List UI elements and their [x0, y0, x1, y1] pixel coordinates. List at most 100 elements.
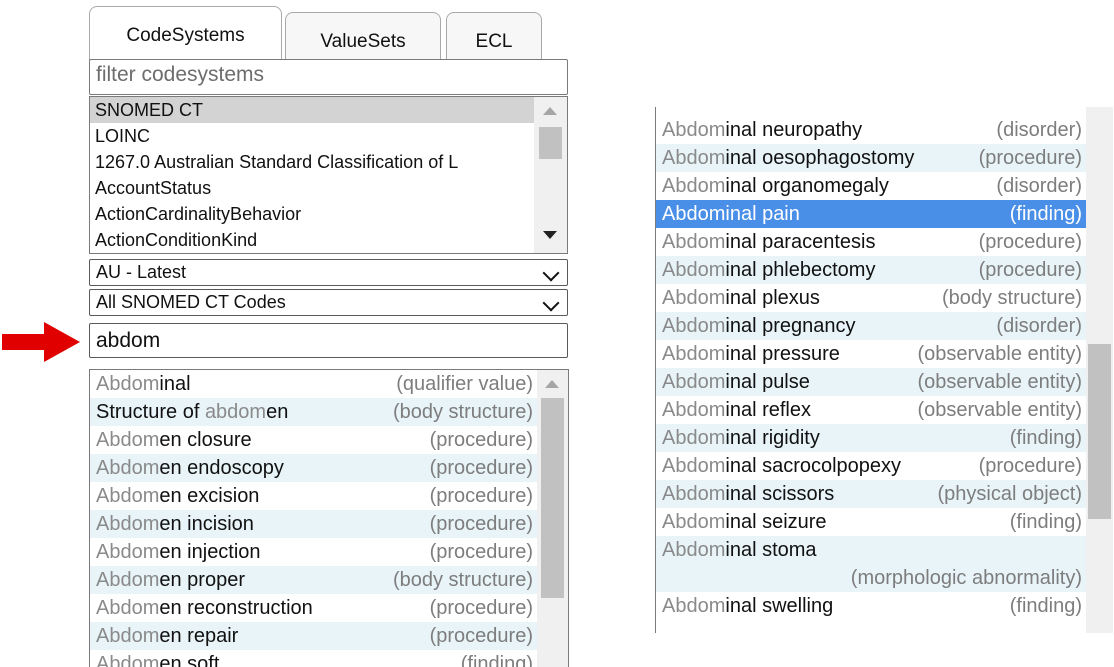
results-rows: Abdominal neuropathy (disorder) Abdominal … [656, 116, 1086, 620]
codesystem-item[interactable]: AccountStatus [90, 175, 535, 201]
result-row[interactable]: Abdominal rigidity (finding) [656, 424, 1086, 452]
result-term: Abdomen injection [96, 538, 261, 566]
result-term-match: Abdom [96, 513, 160, 535]
result-row[interactable]: Abdominal pain (finding) [656, 200, 1086, 228]
result-term-rest: en closure [159, 429, 252, 451]
result-row[interactable]: Abdominal organomegaly (disorder) [656, 172, 1086, 200]
result-row[interactable]: Abdomen proper (body structure) [90, 566, 537, 594]
result-row[interactable]: Abdominal pregnancy (disorder) [656, 312, 1086, 340]
codesystem-item[interactable]: LOINC [90, 123, 535, 149]
result-term-rest: inal phlebectomy [725, 259, 876, 281]
result-semantic-tag: (qualifier value) [396, 373, 533, 395]
result-term-rest: en repair [159, 625, 239, 647]
scroll-thumb[interactable] [539, 127, 562, 159]
results-scrollbar[interactable] [1086, 107, 1113, 633]
result-term: Abdominal pulse [662, 368, 810, 396]
tab-valuesets-label: ValueSets [320, 31, 406, 52]
result-row[interactable]: Abdominal neuropathy (disorder) [656, 116, 1086, 144]
result-term-match: Abdom [662, 147, 726, 169]
scroll-thumb[interactable] [541, 398, 564, 598]
result-semantic-tag: (observable entity) [917, 371, 1082, 393]
version-select[interactable]: AU - Latest [89, 259, 568, 286]
codesystem-list[interactable]: SNOMED CT LOINC 1267.0 Australian Standa… [89, 96, 568, 254]
codesystem-item[interactable]: 1267.0 Australian Standard Classificatio… [90, 149, 535, 175]
result-row[interactable]: Abdominal swelling (finding) [656, 592, 1086, 620]
result-term-match: abdom [204, 401, 267, 423]
scroll-up-icon[interactable] [545, 380, 559, 388]
scroll-up-icon[interactable] [543, 107, 557, 115]
result-semantic-tag: (procedure) [429, 457, 533, 479]
result-row[interactable]: Abdominal stoma (morphologic abnormality) [656, 536, 1086, 592]
result-row[interactable]: Abdominal phlebectomy (procedure) [656, 256, 1086, 284]
result-term: Abdominal pain [662, 200, 800, 228]
result-term-match: Abdom [96, 457, 160, 479]
result-term: Abdomen excision [96, 482, 259, 510]
result-row[interactable]: Abdomen reconstruction (procedure) [90, 594, 537, 622]
result-term-match: Abdom [96, 541, 160, 563]
result-row[interactable]: Abdomen injection (procedure) [90, 538, 537, 566]
result-term-match: Abdom [662, 119, 726, 141]
result-row[interactable]: Abdominal reflex (observable entity) [656, 396, 1086, 424]
result-semantic-tag: (disorder) [996, 119, 1082, 141]
result-term-match: Abdom [662, 315, 726, 337]
result-semantic-tag: (procedure) [429, 541, 533, 563]
result-term-rest: en soft [159, 653, 220, 667]
result-semantic-tag: (body structure) [941, 287, 1082, 309]
scroll-down-icon[interactable] [543, 231, 557, 239]
result-term: Abdomen proper [96, 566, 245, 594]
result-term-rest: inal neuropathy [725, 119, 863, 141]
result-semantic-tag: (observable entity) [917, 399, 1082, 421]
result-row[interactable]: Abdominal pulse (observable entity) [656, 368, 1086, 396]
result-term-match: Abdom [96, 373, 160, 395]
result-row[interactable]: Structure of abdomen (body structure) [90, 398, 537, 426]
result-term-rest: inal stoma [725, 539, 817, 561]
result-row[interactable]: Abdominal scissors (physical object) [656, 480, 1086, 508]
result-row[interactable]: Abdominal (qualifier value) [90, 370, 537, 398]
tab-ecl-label: ECL [475, 31, 513, 52]
scope-select[interactable]: All SNOMED CT Codes [89, 289, 568, 316]
result-row[interactable]: Abdomen incision (procedure) [90, 510, 537, 538]
scroll-thumb[interactable] [1088, 344, 1111, 519]
result-term: Abdominal pressure [662, 340, 840, 368]
result-term: Abdominal sacrocolpopexy [662, 452, 901, 480]
result-term: Abdomen closure [96, 426, 252, 454]
result-semantic-tag: (finding) [1009, 511, 1082, 533]
codesystem-item[interactable]: ActionCardinalityBehavior [90, 201, 535, 227]
tab-codesystems[interactable]: CodeSystems [89, 6, 282, 60]
result-term-match: Abdom [662, 175, 726, 197]
result-term: Structure of abdomen [96, 398, 288, 426]
result-semantic-tag: (procedure) [429, 485, 533, 507]
results-scrollbar[interactable] [537, 370, 568, 667]
result-row[interactable]: Abdomen closure (procedure) [90, 426, 537, 454]
result-row[interactable]: Abdomen soft (finding) [90, 650, 537, 667]
result-term-match: Abdom [662, 539, 726, 561]
result-term-rest: inal [159, 373, 191, 395]
result-row[interactable]: Abdominal pressure (observable entity) [656, 340, 1086, 368]
search-input[interactable]: abdom [89, 323, 568, 358]
codesystem-item[interactable]: ActionConditionKind [90, 227, 535, 253]
result-row[interactable]: Abdomen excision (procedure) [90, 482, 537, 510]
result-row[interactable]: Abdomen repair (procedure) [90, 622, 537, 650]
result-term-rest: en injection [159, 541, 261, 563]
result-term: Abdominal neuropathy [662, 116, 862, 144]
tab-ecl[interactable]: ECL [446, 12, 542, 60]
scope-select-value: All SNOMED CT Codes [96, 292, 286, 312]
result-row[interactable]: Abdominal paracentesis (procedure) [656, 228, 1086, 256]
result-row[interactable]: Abdominal oesophagostomy (procedure) [656, 144, 1086, 172]
filter-codesystems-input[interactable]: filter codesystems [89, 59, 568, 95]
result-term-rest: inal oesophagostomy [725, 147, 915, 169]
results-list-right[interactable]: Abdominal neuropathy (disorder) Abdominal … [655, 107, 1113, 633]
result-term-rest: en endoscopy [159, 457, 284, 479]
result-row[interactable]: Abdominal plexus (body structure) [656, 284, 1086, 312]
codesystem-item[interactable]: SNOMED CT [90, 97, 535, 123]
results-list-left[interactable]: Abdominal (qualifier value) Structure of a… [89, 369, 569, 667]
result-row[interactable]: Abdominal seizure (finding) [656, 508, 1086, 536]
result-row[interactable]: Abdominal sacrocolpopexy (procedure) [656, 452, 1086, 480]
result-row[interactable]: Abdomen endoscopy (procedure) [90, 454, 537, 482]
result-term-rest: inal swelling [725, 595, 834, 617]
result-term-match: Abdom [662, 511, 726, 533]
tab-valuesets[interactable]: ValueSets [285, 12, 441, 60]
codesystem-scrollbar[interactable] [534, 97, 567, 253]
result-term: Abdominal paracentesis [662, 228, 875, 256]
result-term-rest: inal pulse [725, 371, 810, 393]
